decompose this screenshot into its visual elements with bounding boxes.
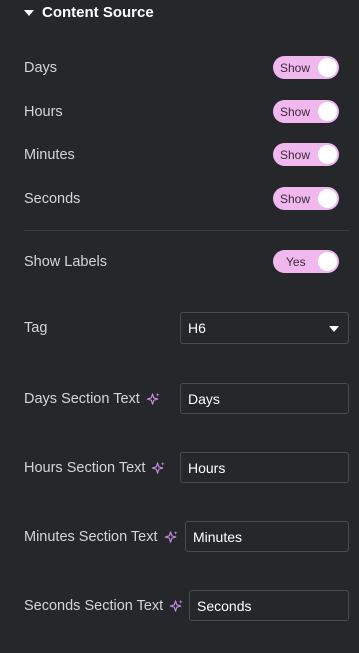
toggle-text: Show	[280, 104, 311, 119]
hours-section-text-input[interactable]: Hours	[180, 452, 349, 483]
control-label: Hours	[24, 104, 63, 120]
control-label: Minutes	[24, 147, 75, 163]
hours-toggle[interactable]: Show	[273, 100, 339, 123]
select-value: H6	[188, 320, 206, 336]
minutes-section-text-input[interactable]: Minutes	[185, 521, 349, 552]
input-value: Hours	[188, 459, 226, 476]
toggle-knob	[318, 252, 337, 271]
input-value: Minutes	[193, 528, 243, 545]
control-label: Show Labels	[24, 254, 108, 270]
section-header-content-source[interactable]: Content Source	[24, 4, 154, 21]
input-value: Days	[188, 390, 220, 407]
control-label: Days	[24, 60, 58, 76]
sparkle-icon[interactable]	[164, 530, 179, 545]
control-label: Days Section Text	[24, 391, 140, 407]
divider	[24, 230, 349, 231]
chevron-down-icon	[329, 326, 339, 332]
sparkle-icon[interactable]	[146, 392, 161, 407]
control-show-labels: Show Labels Yes	[24, 250, 349, 274]
control-label: Minutes Section Text	[24, 529, 158, 545]
seconds-section-text-input[interactable]: Seconds	[189, 590, 349, 621]
toggle-text: Show	[280, 147, 311, 162]
days-toggle[interactable]: Show	[273, 56, 339, 79]
control-label: Seconds Section Text	[24, 598, 164, 614]
toggle-knob	[318, 58, 337, 77]
caret-down-icon	[24, 9, 34, 16]
sparkle-icon[interactable]	[169, 599, 184, 614]
toggle-knob	[318, 189, 337, 208]
section-title: Content Source	[42, 4, 154, 21]
input-value: Seconds	[197, 597, 252, 614]
control-seconds: Seconds Show	[24, 187, 349, 211]
minutes-toggle[interactable]: Show	[273, 143, 339, 166]
sparkle-icon[interactable]	[151, 461, 166, 476]
seconds-toggle[interactable]: Show	[273, 187, 339, 210]
toggle-knob	[318, 102, 337, 121]
toggle-text: Show	[280, 60, 311, 75]
tag-select[interactable]: H6	[180, 312, 349, 344]
control-label: Seconds	[24, 191, 81, 207]
toggle-text: Show	[280, 191, 311, 206]
show-labels-toggle[interactable]: Yes	[273, 250, 339, 273]
control-hours: Hours Show	[24, 100, 349, 124]
days-section-text-input[interactable]: Days	[180, 383, 349, 414]
control-label: Hours Section Text	[24, 460, 146, 476]
control-days: Days Show	[24, 56, 349, 80]
control-label: Tag	[24, 320, 48, 336]
control-minutes: Minutes Show	[24, 143, 349, 167]
toggle-text: Yes	[286, 254, 306, 269]
toggle-knob	[318, 145, 337, 164]
